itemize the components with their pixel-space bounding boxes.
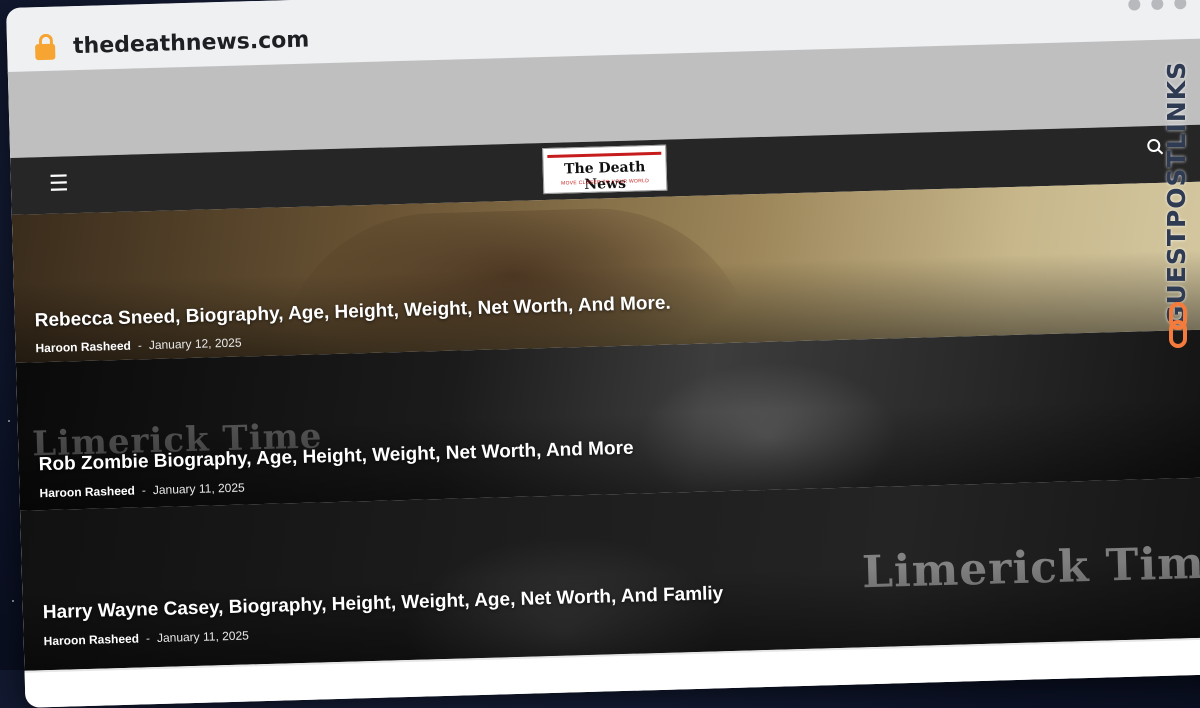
meta-separator: - bbox=[145, 631, 151, 646]
post-card[interactable]: Limerick Time Harry Wayne Casey, Biograp… bbox=[20, 476, 1200, 673]
post-date: January 12, 2025 bbox=[148, 335, 242, 353]
window-dot-icon[interactable] bbox=[1128, 0, 1141, 11]
post-date: January 11, 2025 bbox=[156, 628, 250, 646]
post-author[interactable]: Haroon Rasheed bbox=[39, 484, 135, 501]
post-date: January 11, 2025 bbox=[152, 480, 245, 498]
browser-window: thedeathnews.com ☰ The Death News MOVE C… bbox=[6, 0, 1200, 708]
badge-text-part1: GUESTPOST bbox=[1162, 149, 1191, 326]
lock-icon bbox=[35, 43, 56, 61]
logo-title: The Death News bbox=[563, 159, 646, 193]
logo-red-rule bbox=[547, 151, 662, 158]
address-bar[interactable]: thedeathnews.com bbox=[73, 28, 310, 60]
window-controls bbox=[1128, 0, 1187, 11]
post-author[interactable]: Haroon Rasheed bbox=[35, 339, 131, 356]
badge-text: GUESTPOSTLINKS bbox=[1162, 56, 1196, 326]
window-dot-icon[interactable] bbox=[1151, 0, 1164, 11]
badge-text-part2: LINKS bbox=[1162, 60, 1191, 150]
window-dot-icon[interactable] bbox=[1174, 0, 1187, 10]
page-viewport: ☰ The Death News MOVE CLOSER TO YOUR WOR… bbox=[7, 37, 1200, 708]
site-logo[interactable]: The Death News MOVE CLOSER TO YOUR WORLD bbox=[542, 144, 668, 195]
guestpostlinks-badge[interactable]: GUESTPOSTLINKS bbox=[1162, 56, 1196, 356]
meta-separator: - bbox=[137, 338, 143, 353]
meta-separator: - bbox=[141, 483, 147, 498]
menu-icon[interactable]: ☰ bbox=[49, 170, 69, 197]
link-chain-icon bbox=[1168, 302, 1188, 348]
post-author[interactable]: Haroon Rasheed bbox=[43, 632, 139, 649]
